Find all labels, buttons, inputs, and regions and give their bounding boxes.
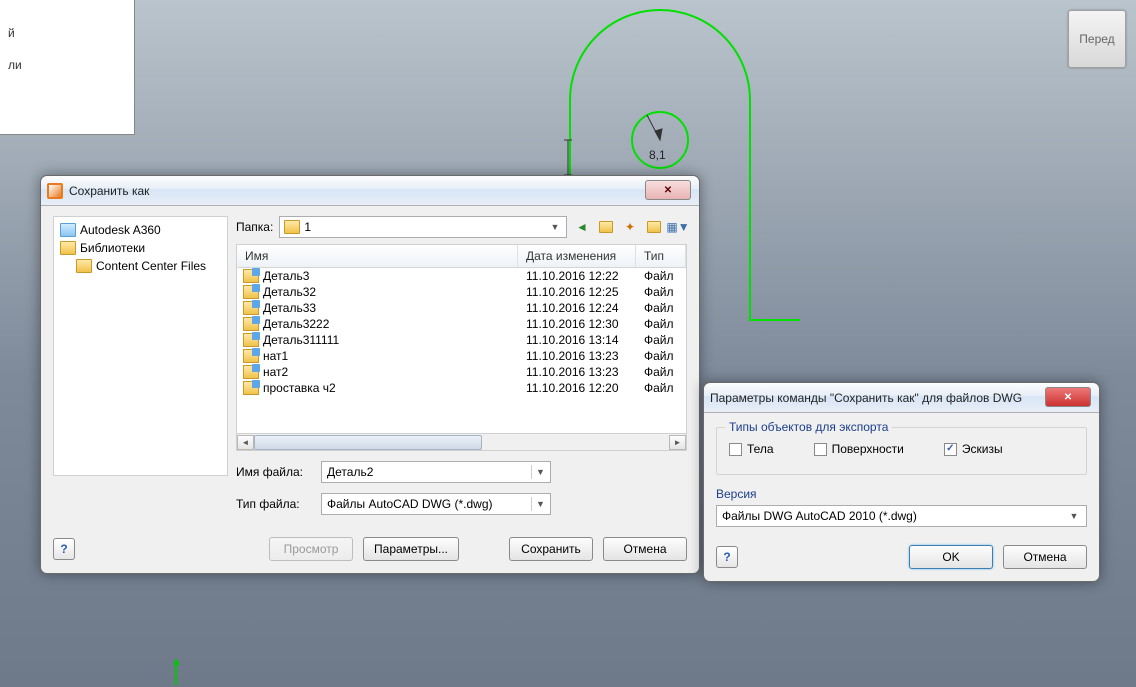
file-row[interactable]: нат111.10.2016 13:23Файл <box>237 348 686 364</box>
save-title: Сохранить как <box>69 184 149 198</box>
cancel-button[interactable]: Отмена <box>1003 545 1087 569</box>
close-button[interactable]: ✕ <box>1045 387 1091 407</box>
search-icon[interactable]: ✦ <box>621 218 639 236</box>
tree-libs[interactable]: Библиотеки <box>80 241 145 255</box>
part-icon <box>243 285 259 299</box>
surfaces-checkbox[interactable]: Поверхности <box>814 442 904 456</box>
back-icon[interactable]: ◄ <box>573 218 591 236</box>
options-button[interactable]: Параметры... <box>363 537 459 561</box>
locations-tree[interactable]: Autodesk A360 Библиотеки Content Center … <box>53 216 228 476</box>
new-folder-icon[interactable] <box>645 218 663 236</box>
filetype-dropdown[interactable]: Файлы AutoCAD DWG (*.dwg)▼ <box>321 493 551 515</box>
export-types-group: Типы объектов для экспорта Тела Поверхно… <box>716 427 1087 475</box>
folder-icon <box>76 259 92 273</box>
a360-icon <box>60 223 76 237</box>
close-button[interactable]: ✕ <box>645 180 691 200</box>
folder-icon <box>60 241 76 255</box>
part-icon <box>243 349 259 363</box>
save-as-dialog: Сохранить как ✕ Autodesk A360 Библиотеки… <box>40 175 700 574</box>
side-panel: й ли <box>0 0 135 135</box>
save-titlebar[interactable]: Сохранить как ✕ <box>41 176 699 206</box>
viewcube[interactable]: Перед <box>1068 10 1126 68</box>
save-button[interactable]: Сохранить <box>509 537 593 561</box>
file-row[interactable]: Деталь311.10.2016 12:22Файл <box>237 268 686 284</box>
up-icon[interactable] <box>597 218 615 236</box>
tree-content-center[interactable]: Content Center Files <box>96 259 206 273</box>
version-dropdown[interactable]: Файлы DWG AutoCAD 2010 (*.dwg)▼ <box>716 505 1087 527</box>
part-icon <box>243 381 259 395</box>
part-icon <box>243 365 259 379</box>
folder-label: Папка: <box>236 220 273 234</box>
ok-button[interactable]: OK <box>909 545 993 569</box>
part-icon <box>243 333 259 347</box>
tree-a360[interactable]: Autodesk A360 <box>80 223 161 237</box>
part-icon <box>243 269 259 283</box>
dimension-label: 8,1 <box>649 148 666 162</box>
preview-button: Просмотр <box>269 537 353 561</box>
help-button[interactable]: ? <box>716 546 738 568</box>
solids-checkbox[interactable]: Тела <box>729 442 774 456</box>
chevron-down-icon: ▼ <box>548 220 562 234</box>
inventor-icon <box>47 183 63 199</box>
file-row[interactable]: Деталь31111111.10.2016 13:14Файл <box>237 332 686 348</box>
params-titlebar[interactable]: Параметры команды "Сохранить как" для фа… <box>704 383 1099 413</box>
file-row[interactable]: нат211.10.2016 13:23Файл <box>237 364 686 380</box>
version-label: Версия <box>716 487 1087 501</box>
folder-dropdown[interactable]: 1 ▼ <box>279 216 567 238</box>
file-list-header[interactable]: Имя Дата изменения Тип <box>237 245 686 268</box>
part-icon <box>243 301 259 315</box>
file-row[interactable]: Деталь3211.10.2016 12:25Файл <box>237 284 686 300</box>
part-icon <box>243 317 259 331</box>
file-row[interactable]: Деталь322211.10.2016 12:30Файл <box>237 316 686 332</box>
file-list[interactable]: Имя Дата изменения Тип Деталь311.10.2016… <box>236 244 687 434</box>
help-button[interactable]: ? <box>53 538 75 560</box>
views-icon[interactable]: ▦▼ <box>669 218 687 236</box>
dwg-params-dialog: Параметры команды "Сохранить как" для фа… <box>703 382 1100 582</box>
file-row[interactable]: Деталь3311.10.2016 12:24Файл <box>237 300 686 316</box>
folder-icon <box>284 220 300 234</box>
cancel-button[interactable]: Отмена <box>603 537 687 561</box>
filename-label: Имя файла: <box>236 465 311 479</box>
file-row[interactable]: проставка ч211.10.2016 12:20Файл <box>237 380 686 396</box>
sketches-checkbox[interactable]: Эскизы <box>944 442 1003 456</box>
horizontal-scrollbar[interactable]: ◄► <box>236 434 687 451</box>
filetype-label: Тип файла: <box>236 497 311 511</box>
filename-input[interactable]: Деталь2▼ <box>321 461 551 483</box>
ucs-axis: ▲ <box>175 659 177 685</box>
params-title: Параметры команды "Сохранить как" для фа… <box>710 391 1022 405</box>
